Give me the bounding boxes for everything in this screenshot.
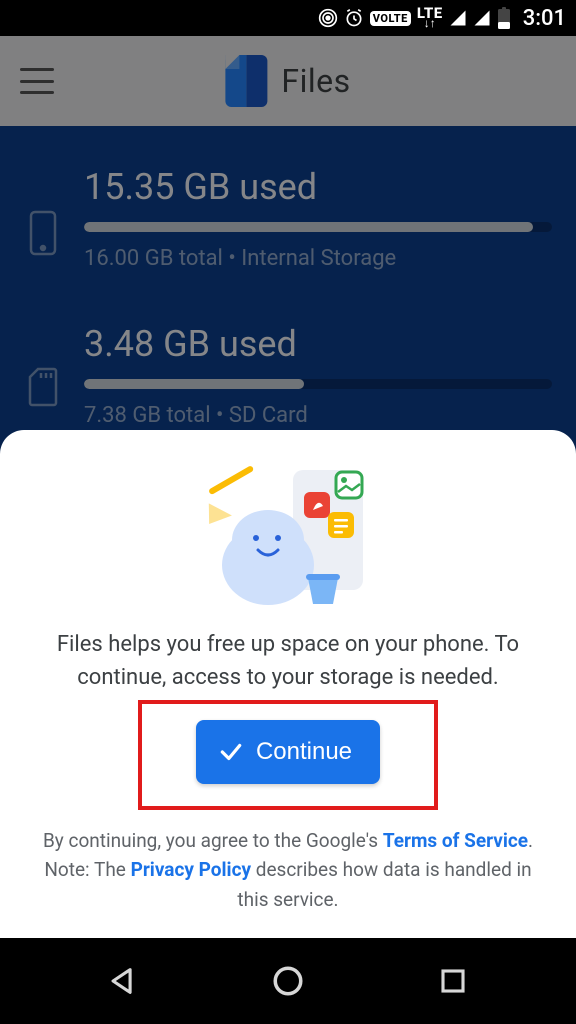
internal-used-text: 15.35 GB used [84,166,552,208]
privacy-link[interactable]: Privacy Policy [131,858,251,881]
files-logo-icon [225,55,267,107]
home-button[interactable] [266,959,310,1003]
sheet-message: Files helps you free up space on your ph… [28,628,548,694]
continue-label: Continue [256,738,352,766]
volte-badge: VOLTE [370,11,411,26]
legal-text: By continuing, you agree to the Google's… [28,826,548,914]
lte-indicator: LTE ↓↑ [417,7,443,29]
sd-progress-fill [84,379,304,389]
app-title: Files [281,62,350,100]
status-bar: VOLTE LTE ↓↑ 3:01 [0,0,576,36]
internal-sub-text: 16.00 GB total • Internal Storage [84,246,552,271]
sd-storage-row[interactable]: 3.48 GB used 7.38 GB total • SD Card [24,323,552,428]
internal-storage-row[interactable]: 15.35 GB used 16.00 GB total • Internal … [24,166,552,271]
tos-link[interactable]: Terms of Service [383,829,528,852]
internal-progress-fill [84,222,533,232]
signal-2-icon [473,9,491,27]
permission-sheet: Files helps you free up space on your ph… [0,430,576,938]
sd-progress-bar [84,379,552,389]
illustration [28,460,548,610]
alarm-icon [344,8,364,28]
internal-progress-bar [84,222,552,232]
phone-icon [24,210,62,256]
continue-button[interactable]: Continue [196,720,380,784]
check-icon [218,739,244,765]
sd-sub-text: 7.38 GB total • SD Card [84,403,552,428]
app-bar: Files [0,36,576,126]
battery-icon [497,7,511,29]
sd-used-text: 3.48 GB used [84,323,552,365]
hamburger-icon[interactable] [20,68,54,94]
system-nav-bar [0,938,576,1024]
recent-apps-button[interactable] [431,959,475,1003]
clock-text: 3:01 [523,6,566,31]
back-button[interactable] [101,959,145,1003]
signal-1-icon [449,9,467,27]
sd-card-icon [24,367,62,407]
tutorial-highlight-box: Continue [138,700,438,810]
hotspot-icon [318,8,338,28]
